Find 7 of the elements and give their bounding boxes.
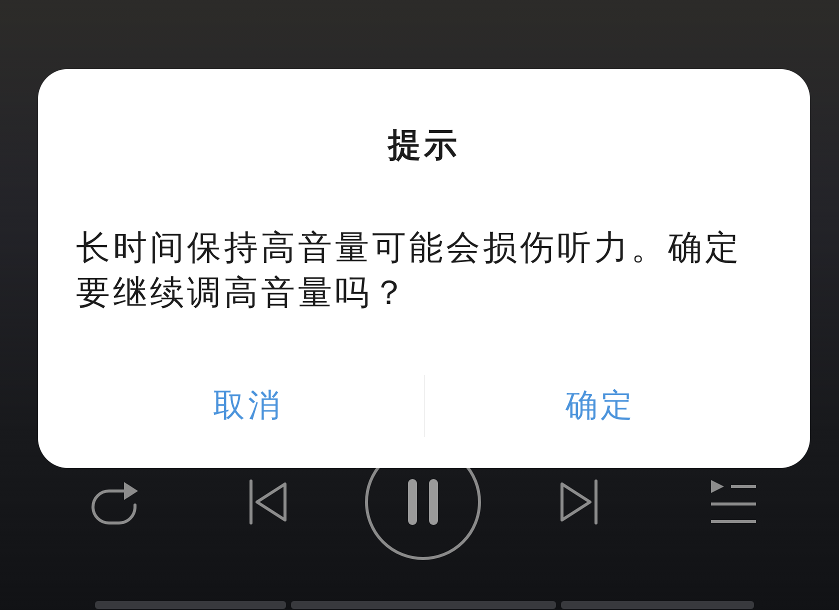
dialog-button[interactable]: 取消 bbox=[72, 374, 424, 438]
skip-next-icon[interactable] bbox=[558, 479, 599, 525]
dialog-title: 提示 bbox=[386, 124, 461, 166]
dialog-message: 长时间保持高音量可能会损伤听力。确定要继续调高音量吗？ bbox=[75, 227, 743, 315]
dialog-button[interactable]: 确定 bbox=[424, 374, 776, 438]
playlist-icon[interactable] bbox=[711, 480, 758, 524]
skip-previous-icon[interactable] bbox=[248, 479, 288, 525]
